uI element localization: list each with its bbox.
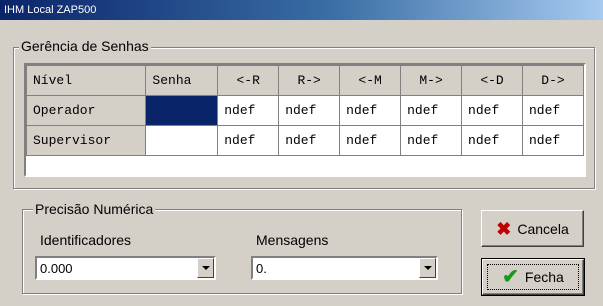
row-label-supervisor: Supervisor [26,125,147,156]
close-button[interactable]: ✔ Fecha [481,258,585,296]
grid-cell[interactable]: ndef [461,125,523,156]
precision-groupbox [22,209,462,294]
password-cell-operador[interactable] [145,95,219,126]
column-header-m-left: <-M [339,65,402,96]
focus-rectangle [487,264,579,290]
password-grid[interactable]: Nível Senha <-R R-> <-M M-> <-D D-> Oper… [24,63,586,177]
grid-cell[interactable]: ndef [217,125,280,156]
table-row-operador[interactable]: Operador ndef ndef ndef ndef ndef ndef [26,95,584,126]
password-cell-supervisor[interactable] [145,125,219,156]
identifiers-select[interactable]: 0.000 [35,256,216,280]
column-header-m-right: M-> [400,65,463,96]
grid-header-row: Nível Senha <-R R-> <-M M-> <-D D-> [26,65,584,96]
column-header-nivel: Nível [26,65,147,96]
column-header-d-right: D-> [522,65,584,96]
column-header-r-right: R-> [278,65,341,96]
grid-cell[interactable]: ndef [278,125,341,156]
identifiers-label: Identificadores [40,232,132,248]
passwords-group-label: Gerência de Senhas [19,38,151,54]
identifiers-select-value: 0.000 [40,261,73,276]
messages-label: Mensagens [256,232,329,248]
cancel-button[interactable]: ✖ Cancela [481,210,584,247]
column-header-d-left: <-D [461,65,523,96]
grid-cell[interactable]: ndef [400,125,463,156]
column-header-senha: Senha [145,65,219,96]
grid-cell[interactable]: ndef [217,95,280,126]
messages-select[interactable]: 0. [251,256,438,280]
x-icon: ✖ [496,218,512,239]
row-label-operador: Operador [26,95,147,126]
grid-cell[interactable]: ndef [522,95,584,126]
chevron-down-icon[interactable] [197,258,214,278]
window-title: IHM Local ZAP500 [0,0,603,20]
cancel-button-label: Cancela [517,220,569,237]
grid-cell[interactable]: ndef [522,125,584,156]
chevron-down-icon[interactable] [419,258,436,278]
grid-cell[interactable]: ndef [400,95,463,126]
grid-cell[interactable]: ndef [461,95,523,126]
grid-cell[interactable]: ndef [339,95,402,126]
table-row-supervisor[interactable]: Supervisor ndef ndef ndef ndef ndef ndef [26,125,584,156]
messages-select-value: 0. [256,261,267,276]
grid-cell[interactable]: ndef [278,95,341,126]
grid-cell[interactable]: ndef [339,125,402,156]
column-header-r-left: <-R [217,65,280,96]
precision-group-label: Precisão Numérica [33,201,156,217]
